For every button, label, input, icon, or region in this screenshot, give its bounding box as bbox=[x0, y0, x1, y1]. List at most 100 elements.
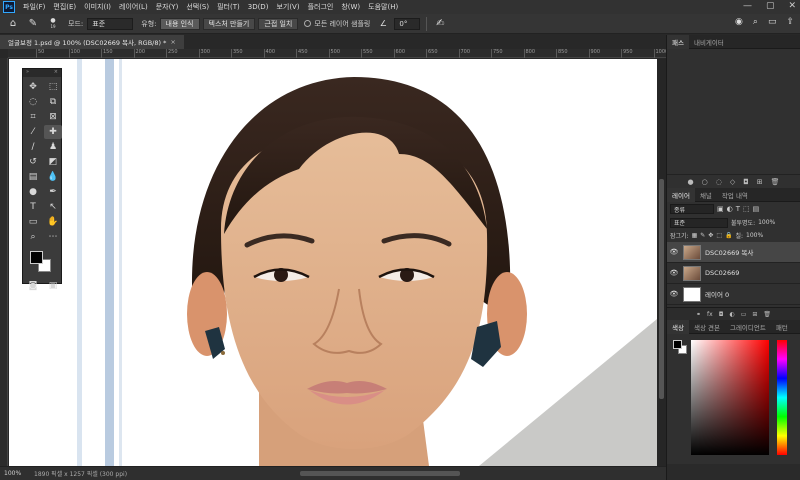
tab-paths[interactable]: 패스 bbox=[667, 34, 689, 49]
layer-row[interactable]: 👁 DSC02669 bbox=[667, 263, 800, 284]
layer-row[interactable]: 👁 DSC02669 복사 bbox=[667, 242, 800, 263]
tab-navigator[interactable]: 내비게이터 bbox=[689, 35, 729, 49]
home-icon[interactable]: ⌂ bbox=[6, 17, 20, 31]
menu-3d[interactable]: 3D(D) bbox=[248, 3, 269, 11]
filter-type-icon[interactable]: T bbox=[736, 205, 740, 213]
delete-path-icon[interactable]: 🗑 bbox=[771, 178, 780, 186]
proximity-match-button[interactable]: 근접 일치 bbox=[258, 17, 299, 30]
visibility-eye-icon[interactable]: 👁 bbox=[667, 290, 681, 298]
angle-input[interactable]: 0° bbox=[394, 17, 421, 30]
share-icon[interactable]: ⇪ bbox=[786, 17, 794, 27]
collapse-icon[interactable]: » bbox=[26, 69, 29, 77]
more-tools-icon[interactable]: ⋯ bbox=[44, 230, 62, 244]
vertical-scrollbar[interactable] bbox=[657, 59, 666, 466]
zoom-tool-icon[interactable]: ⌕ bbox=[24, 230, 42, 244]
lock-paint-icon[interactable]: ✎ bbox=[700, 232, 705, 239]
opacity-value[interactable]: 100% bbox=[758, 219, 775, 226]
mode-select[interactable]: 표준 bbox=[87, 17, 134, 30]
tab-history[interactable]: 작업 내역 bbox=[717, 188, 753, 202]
menu-select[interactable]: 선택(S) bbox=[186, 2, 209, 12]
menu-file[interactable]: 파일(F) bbox=[23, 2, 45, 12]
path-select-tool-icon[interactable]: ↖ bbox=[44, 200, 62, 214]
filter-smart-icon[interactable]: ▤ bbox=[753, 205, 760, 213]
lock-pixels-icon[interactable]: ▦ bbox=[692, 232, 698, 239]
history-brush-tool-icon[interactable]: ↺ bbox=[24, 155, 42, 169]
rectangle-tool-icon[interactable]: ▭ bbox=[24, 215, 42, 229]
search-icon[interactable]: ⌕ bbox=[753, 17, 758, 27]
layer-style-icon[interactable]: fx bbox=[707, 311, 713, 318]
layer-mask-icon[interactable]: ◘ bbox=[719, 311, 724, 318]
horizontal-ruler[interactable]: 50 100 150 200 250 300 350 400 450 500 550 600 650 70… bbox=[8, 49, 668, 58]
toolbox-header[interactable]: » × bbox=[23, 69, 61, 77]
filter-pixel-icon[interactable]: ▣ bbox=[717, 205, 724, 213]
photoshop-logo[interactable]: Ps bbox=[3, 1, 15, 13]
filter-adjust-icon[interactable]: ◐ bbox=[727, 205, 733, 213]
new-layer-icon[interactable]: ⊞ bbox=[752, 311, 757, 318]
visibility-eye-icon[interactable]: 👁 bbox=[667, 248, 681, 256]
marquee-tool-icon[interactable]: ⬚ bbox=[44, 80, 62, 94]
fill-path-icon[interactable]: ● bbox=[687, 178, 693, 186]
maximize-button[interactable]: ▢ bbox=[766, 1, 775, 11]
add-mask-icon[interactable]: ◘ bbox=[743, 178, 749, 186]
object-select-tool-icon[interactable]: ⧉ bbox=[44, 95, 62, 109]
frame-tool-icon[interactable]: ⊠ bbox=[44, 110, 62, 124]
eyedropper-tool-icon[interactable]: ⁄ bbox=[24, 125, 42, 139]
tab-color[interactable]: 색상 bbox=[667, 319, 689, 334]
tab-swatches[interactable]: 색상 견본 bbox=[689, 320, 725, 334]
lock-position-icon[interactable]: ✥ bbox=[708, 232, 713, 239]
menu-view[interactable]: 보기(V) bbox=[276, 2, 299, 12]
pressure-size-icon[interactable]: ✍ bbox=[433, 17, 447, 31]
close-icon[interactable]: × bbox=[54, 69, 58, 77]
tab-patterns[interactable]: 패턴 bbox=[771, 320, 793, 334]
fill-value[interactable]: 100% bbox=[746, 232, 763, 239]
clone-stamp-tool-icon[interactable]: ♟ bbox=[44, 140, 62, 154]
hue-slider[interactable] bbox=[777, 340, 787, 455]
lasso-tool-icon[interactable]: ◌ bbox=[24, 95, 42, 109]
dodge-tool-icon[interactable]: ● bbox=[24, 185, 42, 199]
load-selection-icon[interactable]: ◌ bbox=[716, 178, 722, 186]
workspace-icon[interactable]: ▭ bbox=[768, 17, 777, 27]
profile-icon[interactable]: ◉ bbox=[735, 17, 743, 27]
tab-layers[interactable]: 레이어 bbox=[667, 187, 695, 202]
lock-all-icon[interactable]: 🔒 bbox=[725, 232, 732, 239]
document-tab[interactable]: 얼굴보정 1.psd @ 100% (DSC02669 복사, RGB/8) *… bbox=[0, 35, 184, 49]
link-layers-icon[interactable]: ⚭ bbox=[696, 311, 701, 318]
filter-kind-select[interactable]: 종류 bbox=[670, 204, 714, 214]
menu-filter[interactable]: 필터(T) bbox=[217, 2, 240, 12]
filter-shape-icon[interactable]: ⬚ bbox=[743, 205, 750, 213]
delete-layer-icon[interactable]: 🗑 bbox=[763, 311, 771, 318]
foreground-color-chip[interactable] bbox=[673, 340, 682, 349]
pen-tool-icon[interactable]: ✒ bbox=[44, 185, 62, 199]
blur-tool-icon[interactable]: 💧 bbox=[44, 170, 62, 184]
layer-row[interactable]: 👁 레이어 0 bbox=[667, 284, 800, 305]
stroke-path-icon[interactable]: ○ bbox=[702, 178, 708, 186]
color-picker-field[interactable] bbox=[691, 340, 769, 455]
visibility-eye-icon[interactable]: 👁 bbox=[667, 269, 681, 277]
content-aware-button[interactable]: 내용 인식 bbox=[159, 17, 200, 30]
type-tool-icon[interactable]: T bbox=[24, 200, 42, 214]
zoom-level[interactable]: 100% bbox=[4, 470, 28, 477]
make-path-icon[interactable]: ◇ bbox=[730, 178, 735, 186]
new-group-icon[interactable]: ▭ bbox=[741, 311, 747, 318]
scroll-thumb[interactable] bbox=[659, 179, 664, 399]
new-path-icon[interactable]: ⊞ bbox=[757, 178, 763, 186]
vertical-ruler[interactable] bbox=[0, 58, 8, 466]
close-window-button[interactable]: ✕ bbox=[788, 1, 796, 11]
minimize-button[interactable]: — bbox=[743, 1, 752, 11]
menu-image[interactable]: 이미지(I) bbox=[84, 2, 111, 12]
healing-brush-tool-icon[interactable]: ✎ bbox=[26, 17, 40, 31]
adjustment-layer-icon[interactable]: ◐ bbox=[729, 311, 734, 318]
hand-tool-icon[interactable]: ✋ bbox=[44, 215, 62, 229]
healing-brush-tool-icon[interactable]: ✚ bbox=[44, 125, 62, 139]
create-texture-button[interactable]: 텍스처 만들기 bbox=[202, 17, 256, 30]
menu-plugins[interactable]: 플러그인 bbox=[308, 2, 334, 12]
blend-mode-select[interactable]: 표준 bbox=[670, 217, 728, 228]
eraser-tool-icon[interactable]: ◩ bbox=[44, 155, 62, 169]
tab-channels[interactable]: 채널 bbox=[695, 188, 717, 202]
gradient-tool-icon[interactable]: ▤ bbox=[24, 170, 42, 184]
screen-mode-icon[interactable]: ▣ bbox=[44, 279, 62, 293]
lock-artboard-icon[interactable]: ⬚ bbox=[716, 232, 722, 239]
document-info[interactable]: 1890 픽셀 x 1257 픽셀 (300 ppi) bbox=[34, 469, 127, 478]
menu-edit[interactable]: 편집(E) bbox=[53, 2, 76, 12]
sample-all-layers-checkbox[interactable] bbox=[304, 20, 312, 27]
